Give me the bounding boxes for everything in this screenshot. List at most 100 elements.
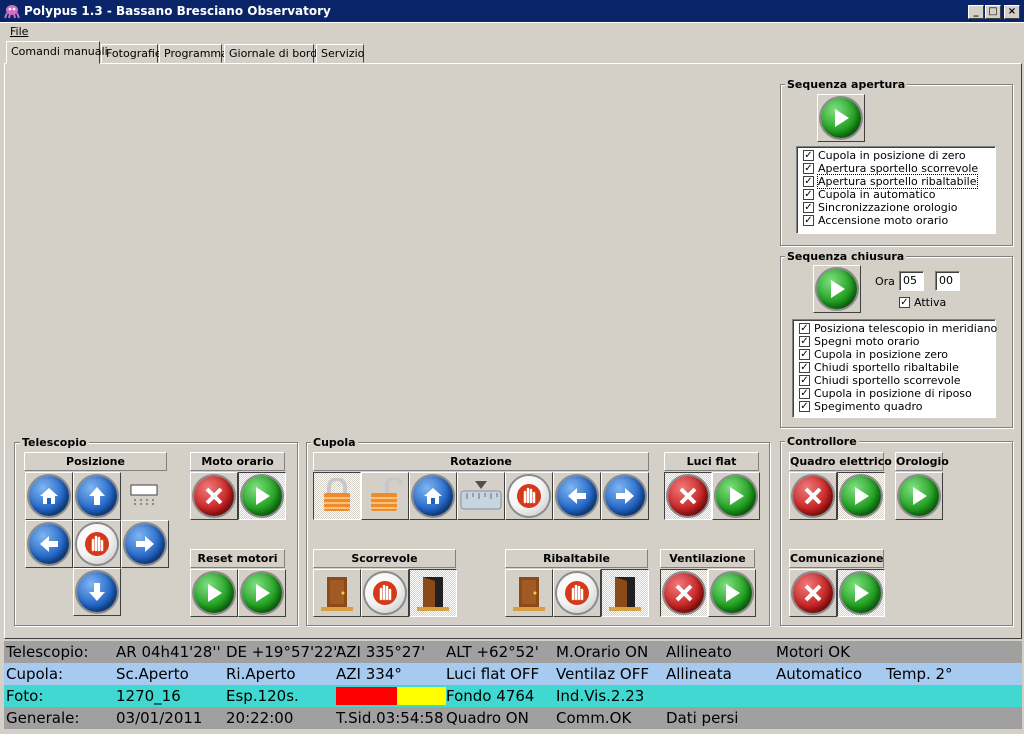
x-icon bbox=[668, 476, 708, 516]
tab-fotografie[interactable]: Fotografie bbox=[101, 44, 162, 63]
west-button[interactable] bbox=[25, 520, 73, 568]
reset-motore-2-button[interactable] bbox=[238, 569, 286, 617]
checkbox[interactable]: ✓ bbox=[803, 189, 814, 200]
checkbox[interactable]: ✓ bbox=[803, 176, 814, 187]
checklist-item[interactable]: ✓ Sincronizzazione orologio bbox=[797, 201, 995, 214]
keypad-icon-button[interactable] bbox=[121, 472, 169, 520]
east-button[interactable] bbox=[121, 520, 169, 568]
checkbox[interactable]: ✓ bbox=[803, 163, 814, 174]
ora-label: Ora bbox=[875, 275, 895, 288]
checkbox[interactable]: ✓ bbox=[803, 215, 814, 226]
checkbox[interactable]: ✓ bbox=[799, 349, 810, 360]
status-row-cupola: Cupola: Sc.Aperto Ri.Aperto AZI 334° Luc… bbox=[4, 663, 1022, 685]
checklist-label: Accensione moto orario bbox=[818, 214, 949, 227]
orologio-sync-button[interactable] bbox=[895, 472, 943, 520]
menu-file[interactable]: File bbox=[10, 25, 28, 38]
status-esposizione: Esp.120s. bbox=[226, 687, 299, 705]
luci-flat-off-button[interactable] bbox=[664, 472, 712, 520]
sequenza-chiusura-label: Sequenza chiusura bbox=[785, 250, 907, 263]
tab-servizio[interactable]: Servizio bbox=[316, 44, 364, 63]
checklist-item[interactable]: ✓ Cupola in posizione di riposo bbox=[793, 387, 995, 400]
quadro-off-button[interactable] bbox=[789, 472, 837, 520]
arrow-down-icon bbox=[77, 572, 117, 612]
stop-hand-icon bbox=[509, 476, 549, 516]
checkbox[interactable]: ✓ bbox=[799, 362, 810, 373]
cupola-rotate-left-button[interactable] bbox=[553, 472, 601, 520]
status-row-telescopio: Telescopio: AR 04h41'28'' DE +19°57'22''… bbox=[4, 641, 1022, 663]
checklist-item[interactable]: ✓ Cupola in posizione di zero bbox=[797, 149, 995, 162]
reset-motore-1-button[interactable] bbox=[190, 569, 238, 617]
checklist-label: Chiudi sportello scorrevole bbox=[814, 374, 961, 387]
rotazione-header: Rotazione bbox=[313, 452, 649, 471]
comunicazione-on-button[interactable] bbox=[837, 569, 885, 617]
checkbox[interactable]: ✓ bbox=[799, 323, 810, 334]
checklist-item[interactable]: ✓ Accensione moto orario bbox=[797, 214, 995, 227]
comunicazione-off-button[interactable] bbox=[789, 569, 837, 617]
tab-programma[interactable]: Programma bbox=[159, 44, 228, 63]
moto-orario-on-button[interactable] bbox=[238, 472, 286, 520]
scorrevole-close-button[interactable] bbox=[313, 569, 361, 617]
checklist-item[interactable]: ✓ Cupola in posizione zero bbox=[793, 348, 995, 361]
north-button[interactable] bbox=[73, 472, 121, 520]
ventilazione-on-button[interactable] bbox=[708, 569, 756, 617]
comunicazione-header: Comunicazione bbox=[789, 549, 884, 568]
luci-flat-on-button[interactable] bbox=[712, 472, 760, 520]
cupola-align-button[interactable] bbox=[457, 472, 505, 520]
home-button[interactable] bbox=[25, 472, 73, 520]
cupola-rotate-right-button[interactable] bbox=[601, 472, 649, 520]
x-icon bbox=[793, 573, 833, 613]
status-label: Foto: bbox=[6, 687, 44, 705]
cupola-unlock-button[interactable] bbox=[361, 472, 409, 520]
checklist-item[interactable]: ✓ Apertura sportello scorrevole bbox=[797, 162, 995, 175]
start-apertura-button[interactable] bbox=[817, 94, 865, 142]
status-label: Generale: bbox=[6, 709, 80, 727]
checkbox[interactable]: ✓ bbox=[799, 375, 810, 386]
start-chiusura-button[interactable] bbox=[813, 265, 861, 313]
checkbox[interactable]: ✓ bbox=[803, 202, 814, 213]
tab-giornale-di-bordo[interactable]: Giornale di bordo bbox=[224, 44, 324, 63]
ribaltabile-open-button[interactable] bbox=[601, 569, 649, 617]
checkbox[interactable]: ✓ bbox=[899, 297, 910, 308]
moto-orario-header: Moto orario bbox=[190, 452, 285, 471]
checklist-item[interactable]: ✓ Spegni moto orario bbox=[793, 335, 995, 348]
cupola-stop-button[interactable] bbox=[505, 472, 553, 520]
tab-comandi-manuali[interactable]: Comandi manuali bbox=[6, 41, 108, 64]
checkbox[interactable]: ✓ bbox=[799, 336, 810, 347]
moto-orario-off-button[interactable] bbox=[190, 472, 238, 520]
sequenza-apertura-label: Sequenza apertura bbox=[785, 78, 908, 91]
maximize-button[interactable]: □ bbox=[985, 5, 1001, 19]
ribaltabile-stop-button[interactable] bbox=[553, 569, 601, 617]
scorrevole-open-button[interactable] bbox=[409, 569, 457, 617]
ventilazione-off-button[interactable] bbox=[660, 569, 708, 617]
keypad-icon bbox=[130, 484, 158, 505]
menu-bar: File bbox=[0, 23, 1024, 42]
ribaltabile-close-button[interactable] bbox=[505, 569, 553, 617]
quadro-on-button[interactable] bbox=[837, 472, 885, 520]
checkbox[interactable]: ✓ bbox=[803, 150, 814, 161]
play-icon bbox=[821, 98, 861, 138]
checklist-item[interactable]: ✓ Cupola in automatico bbox=[797, 188, 995, 201]
ora-hours-input[interactable]: 05 bbox=[899, 271, 924, 291]
status-allineato: Allineato bbox=[666, 643, 732, 661]
checklist-item[interactable]: ✓ Spegimento quadro bbox=[793, 400, 995, 413]
south-button[interactable] bbox=[73, 568, 121, 616]
ora-minutes-input[interactable]: 00 bbox=[935, 271, 960, 291]
minimize-button[interactable]: _ bbox=[968, 5, 984, 19]
checklist-item[interactable]: ✓ Chiudi sportello scorrevole bbox=[793, 374, 995, 387]
reset-motori-header: Reset motori bbox=[190, 549, 285, 568]
checklist-item[interactable]: ✓ Chiudi sportello ribaltabile bbox=[793, 361, 995, 374]
stop-telescope-button[interactable] bbox=[73, 520, 121, 568]
status-azi: AZI 334° bbox=[336, 665, 402, 683]
cupola-home-button[interactable] bbox=[409, 472, 457, 520]
checkbox[interactable]: ✓ bbox=[799, 401, 810, 412]
cupola-lock-button[interactable] bbox=[313, 472, 361, 520]
checklist-item[interactable]: ✓ Posiziona telescopio in meridiano bbox=[793, 322, 997, 335]
checkbox[interactable]: ✓ bbox=[799, 388, 810, 399]
scorrevole-stop-button[interactable] bbox=[361, 569, 409, 617]
attiva-checkbox[interactable]: ✓ Attiva bbox=[893, 296, 946, 309]
posizione-header: Posizione bbox=[24, 452, 167, 471]
checklist-item[interactable]: ✓ Apertura sportello ribaltabile bbox=[797, 174, 995, 189]
play-icon bbox=[242, 476, 282, 516]
close-button[interactable]: × bbox=[1004, 5, 1020, 19]
cupola-label: Cupola bbox=[311, 436, 358, 449]
